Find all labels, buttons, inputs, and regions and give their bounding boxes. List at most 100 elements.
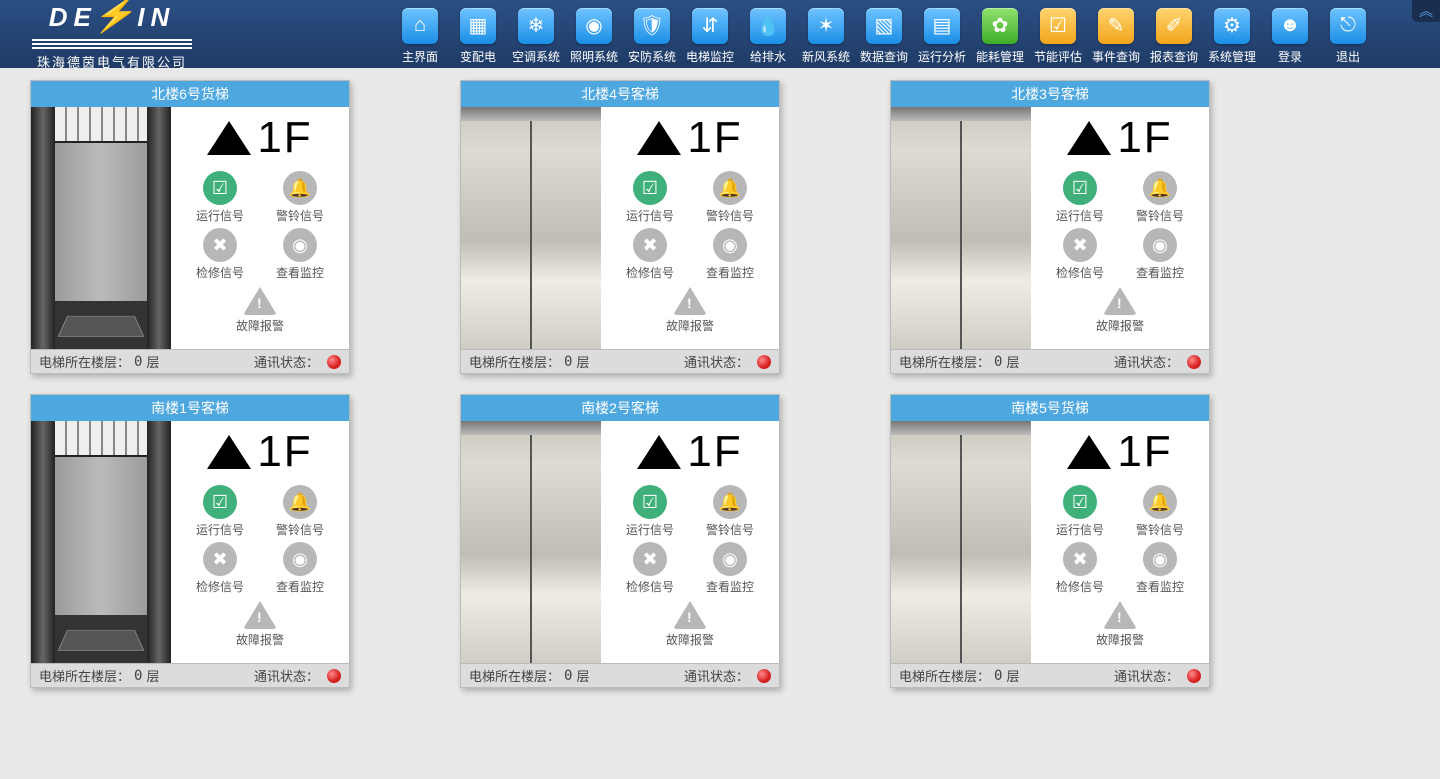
exit-icon: ⎋ (1330, 8, 1366, 44)
elevator-card: 北楼3号客梯 1F ☑ 运行信号 🔔 警铃信号 (890, 80, 1210, 374)
nav-energy[interactable]: ✿能耗管理 (972, 4, 1028, 65)
event-icon: ✎ (1098, 8, 1134, 44)
nav-login[interactable]: ☻登录 (1262, 4, 1318, 65)
repair-signal[interactable]: ✖ 检修信号 (180, 542, 260, 595)
current-floor-value: 0 (564, 354, 572, 370)
nav-analysis[interactable]: ▤运行分析 (914, 4, 970, 65)
run-signal[interactable]: ☑ 运行信号 (180, 485, 260, 538)
eval-icon: ☑ (1040, 8, 1076, 44)
camera-signal[interactable]: ◉ 查看监控 (690, 542, 770, 595)
nav-light[interactable]: ◉照明系统 (566, 4, 622, 65)
nav-label: 运行分析 (918, 48, 966, 65)
elevator-card: 北楼6号货梯 1F ☑ 运行信号 🔔 警铃信号 (30, 80, 350, 374)
check-icon: ☑ (1063, 171, 1097, 205)
direction-up-icon (1067, 435, 1111, 469)
warning-icon (1103, 287, 1137, 315)
elevator-card: 北楼4号客梯 1F ☑ 运行信号 🔔 警铃信号 (460, 80, 780, 374)
run-signal[interactable]: ☑ 运行信号 (610, 485, 690, 538)
fault-signal-label: 故障报警 (1096, 317, 1144, 334)
camera-signal[interactable]: ◉ 查看监控 (690, 228, 770, 281)
fault-signal-label: 故障报警 (1096, 631, 1144, 648)
elevator-panel: 1F ☑ 运行信号 🔔 警铃信号 ✖ 检修信号 (1031, 107, 1209, 349)
floor-number: 1F (687, 427, 742, 477)
run-signal-label: 运行信号 (196, 521, 244, 538)
elevator-image (31, 107, 171, 349)
fault-signal[interactable]: 故障报警 (1080, 599, 1160, 648)
elevator-footer: 电梯所在楼层： 0 层 通讯状态： (461, 349, 779, 373)
nav-settings[interactable]: ⚙系统管理 (1204, 4, 1260, 65)
run-signal[interactable]: ☑ 运行信号 (1040, 485, 1120, 538)
nav-power[interactable]: ▦变配电 (450, 4, 506, 65)
nav-elevator[interactable]: ⇵电梯监控 (682, 4, 738, 65)
camera-signal[interactable]: ◉ 查看监控 (260, 228, 340, 281)
camera-signal[interactable]: ◉ 查看监控 (260, 542, 340, 595)
nav-report[interactable]: ✐报表查询 (1146, 4, 1202, 65)
expand-toggle[interactable]: ︽ (1412, 0, 1440, 22)
elevator-icon: ⇵ (692, 8, 728, 44)
nav-label: 节能评估 (1034, 48, 1082, 65)
camera-icon: ◉ (713, 542, 747, 576)
nav-data[interactable]: ▧数据查询 (856, 4, 912, 65)
camera-icon: ◉ (1143, 228, 1177, 262)
nav-ac[interactable]: ❄空调系统 (508, 4, 564, 65)
elevator-footer: 电梯所在楼层： 0 层 通讯状态： (891, 349, 1209, 373)
elevator-door-open (31, 421, 171, 663)
elevator-panel: 1F ☑ 运行信号 🔔 警铃信号 ✖ 检修信号 (171, 107, 349, 349)
bell-icon: 🔔 (713, 485, 747, 519)
alarm-signal[interactable]: 🔔 警铃信号 (260, 485, 340, 538)
floor-label: 电梯所在楼层： (469, 352, 560, 371)
alarm-signal[interactable]: 🔔 警铃信号 (1120, 485, 1200, 538)
run-signal[interactable]: ☑ 运行信号 (180, 171, 260, 224)
fault-signal[interactable]: 故障报警 (650, 285, 730, 334)
elevator-title: 南楼1号客梯 (31, 395, 349, 421)
camera-icon: ◉ (1143, 542, 1177, 576)
repair-signal[interactable]: ✖ 检修信号 (610, 542, 690, 595)
status-dot-icon (1187, 669, 1201, 683)
status-dot-icon (327, 669, 341, 683)
camera-signal[interactable]: ◉ 查看监控 (1120, 228, 1200, 281)
alarm-signal[interactable]: 🔔 警铃信号 (260, 171, 340, 224)
alarm-signal[interactable]: 🔔 警铃信号 (1120, 171, 1200, 224)
elevator-title: 南楼5号货梯 (891, 395, 1209, 421)
nav-label: 给排水 (750, 48, 786, 65)
alarm-signal-label: 警铃信号 (706, 521, 754, 538)
camera-icon: ◉ (713, 228, 747, 262)
run-signal[interactable]: ☑ 运行信号 (610, 171, 690, 224)
nav-label: 退出 (1336, 48, 1360, 65)
fault-signal[interactable]: 故障报警 (220, 285, 300, 334)
nav-shield[interactable]: 🛡安防系统 (624, 4, 680, 65)
repair-signal[interactable]: ✖ 检修信号 (610, 228, 690, 281)
fault-signal[interactable]: 故障报警 (1080, 285, 1160, 334)
nav-eval[interactable]: ☑ 节能评估 (1030, 4, 1086, 65)
wrench-icon: ✖ (203, 228, 237, 262)
nav-event[interactable]: ✎事件查询 (1088, 4, 1144, 65)
floor-label: 电梯所在楼层： (39, 666, 130, 685)
alarm-signal[interactable]: 🔔 警铃信号 (690, 171, 770, 224)
comm-label: 通讯状态： (254, 666, 319, 685)
floor-label: 电梯所在楼层： (899, 666, 990, 685)
run-signal-label: 运行信号 (196, 207, 244, 224)
camera-signal-label: 查看监控 (276, 264, 324, 281)
fault-signal[interactable]: 故障报警 (650, 599, 730, 648)
home-icon: ⌂ (402, 8, 438, 44)
repair-signal[interactable]: ✖ 检修信号 (1040, 542, 1120, 595)
repair-signal[interactable]: ✖ 检修信号 (1040, 228, 1120, 281)
camera-signal[interactable]: ◉ 查看监控 (1120, 542, 1200, 595)
nav-home[interactable]: ⌂主界面 (392, 4, 448, 65)
nav-water[interactable]: 💧 给排水 (740, 4, 796, 65)
main-nav: ⌂主界面▦变配电❄空调系统◉照明系统🛡安防系统⇵电梯监控 💧 给排水 ✶新风系统▧数据… (392, 4, 1376, 65)
fault-signal-label: 故障报警 (666, 317, 714, 334)
nav-label: 空调系统 (512, 48, 560, 65)
nav-exit[interactable]: ⎋ 退出 (1320, 4, 1376, 65)
elevator-title: 北楼6号货梯 (31, 81, 349, 107)
repair-signal-label: 检修信号 (1056, 578, 1104, 595)
floor-display: 1F (207, 427, 312, 477)
nav-fan[interactable]: ✶新风系统 (798, 4, 854, 65)
water-icon: 💧 (750, 8, 786, 44)
fault-signal[interactable]: 故障报警 (220, 599, 300, 648)
floor-label: 电梯所在楼层： (469, 666, 560, 685)
run-signal[interactable]: ☑ 运行信号 (1040, 171, 1120, 224)
alarm-signal[interactable]: 🔔 警铃信号 (690, 485, 770, 538)
bell-icon: 🔔 (283, 485, 317, 519)
repair-signal[interactable]: ✖ 检修信号 (180, 228, 260, 281)
